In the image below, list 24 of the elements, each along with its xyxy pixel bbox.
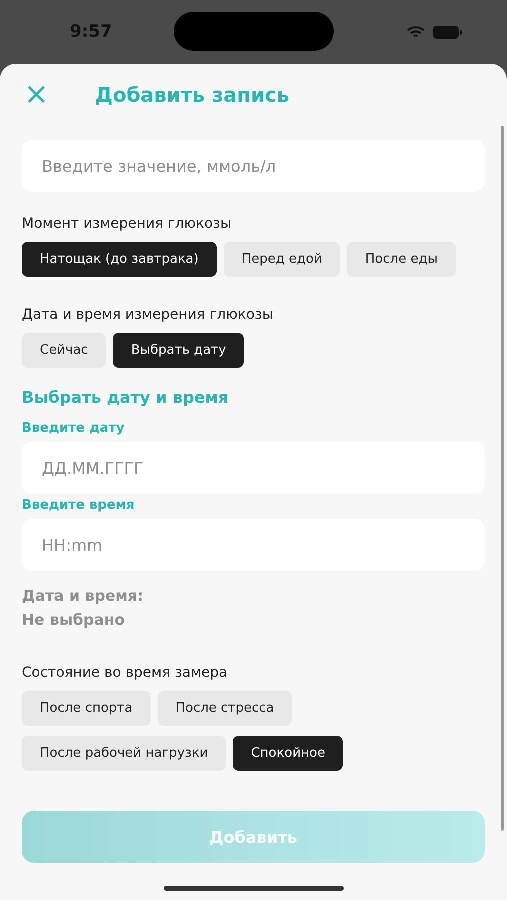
field-label: Введите время	[22, 498, 136, 513]
date-input-field[interactable]: ДД.ММ.ГГГГ	[22, 442, 485, 494]
field-label: Введите дату	[22, 421, 126, 436]
wifi-icon	[407, 26, 425, 38]
summary-value: Не выбрано	[22, 611, 126, 629]
sheet-title: Добавить запись	[95, 83, 290, 107]
glucose-input-field[interactable]: Введите значение, ммоль/л	[22, 140, 485, 192]
option-chip[interactable]: Перед едой	[224, 242, 340, 277]
option-chip[interactable]: После рабочей нагрузки	[22, 736, 226, 771]
option-chip[interactable]: Натощак (до завтрака)	[22, 242, 217, 277]
status-time: 9:57	[70, 22, 112, 42]
option-chip[interactable]: Спокойное	[233, 736, 344, 771]
time-input-field[interactable]: HH:mm	[22, 519, 485, 571]
picker-title: Выбрать дату и время	[22, 388, 230, 407]
option-chip[interactable]: Сейчас	[22, 333, 106, 368]
option-chip[interactable]: После спорта	[22, 691, 151, 726]
section-label: Состояние во время замера	[22, 665, 229, 681]
section-label: Момент измерения глюкозы	[22, 216, 233, 232]
section-label: Дата и время измерения глюкозы	[22, 307, 274, 323]
summary-label: Дата и время:	[22, 587, 145, 605]
option-chip[interactable]: Выбрать дату	[113, 333, 244, 368]
option-chip[interactable]: После стресса	[158, 691, 292, 726]
battery-icon	[433, 26, 463, 38]
option-chip[interactable]: После еды	[347, 242, 456, 277]
